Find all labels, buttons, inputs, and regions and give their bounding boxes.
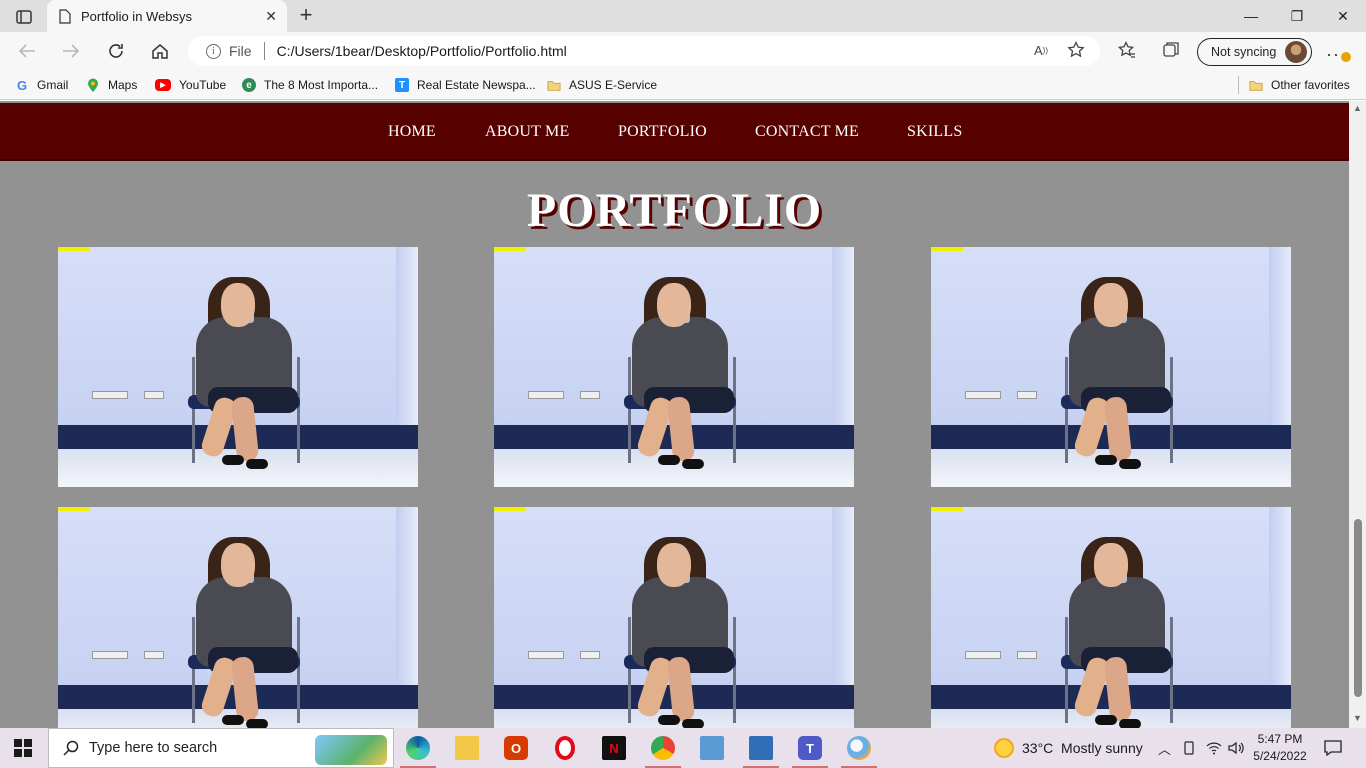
windows-taskbar: Type here to search O N T 33°C Mostly su… (0, 728, 1366, 768)
browser-toolbar: i File C:/Users/1bear/Desktop/Portfolio/… (0, 32, 1366, 70)
address-scheme: File (229, 43, 252, 59)
nav-about-link[interactable]: ABOUT ME (485, 123, 569, 141)
maps-pin-icon (86, 78, 100, 92)
chrome-icon[interactable] (643, 732, 683, 768)
favorite-asus[interactable]: ASUS E-Service (547, 76, 657, 94)
nav-skills-link[interactable]: SKILLS (907, 123, 962, 141)
read-aloud-icon[interactable]: A)) (1030, 39, 1052, 61)
search-icon (63, 740, 79, 756)
page-viewport: HOME ABOUT ME PORTFOLIO CONTACT ME SKILL… (0, 101, 1349, 728)
info-icon[interactable]: i (206, 43, 221, 59)
address-url[interactable]: C:/Users/1bear/Desktop/Portfolio/Portfol… (277, 43, 567, 59)
edge-app-icon[interactable] (398, 732, 438, 768)
portfolio-photo[interactable] (931, 247, 1291, 487)
folder-icon (1249, 78, 1263, 92)
close-window-icon[interactable]: ✕ (1320, 0, 1366, 32)
other-favorites-label: Other favorites (1271, 78, 1350, 92)
new-tab-button[interactable]: + (295, 4, 317, 26)
address-bar[interactable]: i File C:/Users/1bear/Desktop/Portfolio/… (188, 36, 1100, 66)
favorite-label: Maps (108, 78, 138, 92)
tray-chevron-icon[interactable]: ︿ (1158, 728, 1171, 768)
portfolio-photo[interactable] (931, 507, 1291, 728)
refresh-icon[interactable] (103, 39, 129, 63)
scroll-up-icon[interactable]: ▲ (1353, 103, 1362, 113)
netflix-icon[interactable]: N (594, 732, 634, 764)
favorite-label: The 8 Most Importa... (264, 78, 379, 92)
avatar (1285, 41, 1307, 63)
office-icon[interactable]: O (496, 732, 536, 764)
weather-widget[interactable]: 33°C Mostly sunny (994, 728, 1143, 768)
google-icon: G (16, 77, 28, 93)
address-separator (263, 42, 265, 60)
paint-icon[interactable] (839, 732, 879, 768)
site-navigation: HOME ABOUT ME PORTFOLIO CONTACT ME SKILL… (0, 103, 1349, 161)
favorites-bar: G Gmail Maps ▶ YouTube e The 8 Most Impo… (0, 70, 1366, 100)
favorite-label: Real Estate Newspa... (417, 78, 536, 92)
forward-icon[interactable] (58, 39, 84, 63)
favorite-label: Gmail (37, 78, 69, 92)
sync-label: Not syncing (1211, 45, 1277, 59)
home-icon[interactable] (147, 39, 173, 63)
other-favorites[interactable]: Other favorites (1249, 76, 1350, 94)
collections-icon[interactable] (1160, 39, 1182, 61)
teams-icon[interactable]: T (790, 732, 830, 768)
favorite-gmail[interactable]: G Gmail (15, 76, 68, 94)
youtube-icon: ▶ (155, 79, 171, 91)
scroll-down-icon[interactable]: ▼ (1353, 713, 1362, 723)
control-panel-icon[interactable] (692, 732, 732, 764)
favorite-article[interactable]: e The 8 Most Importa... (242, 76, 378, 94)
back-icon[interactable] (14, 39, 40, 63)
page-icon (59, 8, 71, 24)
portfolio-photo[interactable] (494, 507, 854, 728)
add-favorite-icon[interactable] (1065, 39, 1087, 61)
nav-portfolio-link[interactable]: PORTFOLIO (618, 123, 707, 141)
clock-date: 5/24/2022 (1253, 749, 1307, 763)
page-title: PORTFOLIO (526, 184, 823, 237)
update-badge (1341, 52, 1351, 62)
system-clock[interactable]: 5:47 PM 5/24/2022 (1252, 731, 1308, 765)
taskbar-search[interactable]: Type here to search (48, 728, 394, 768)
favorite-youtube[interactable]: ▶ YouTube (155, 76, 226, 94)
restore-icon[interactable]: ❐ (1274, 0, 1320, 32)
scrollbar-thumb[interactable] (1354, 519, 1362, 697)
network-device-icon[interactable] (1183, 728, 1195, 768)
notifications-icon[interactable] (1324, 728, 1342, 768)
browser-tab-active[interactable]: Portfolio in Websys ✕ (47, 0, 287, 32)
close-tab-icon[interactable]: ✕ (265, 8, 277, 25)
clock-time: 5:47 PM (1257, 732, 1303, 746)
portfolio-photo[interactable] (58, 247, 418, 487)
favorite-maps[interactable]: Maps (86, 76, 137, 94)
portfolio-photo[interactable] (58, 507, 418, 728)
nav-contact-link[interactable]: CONTACT ME (755, 123, 859, 141)
file-explorer-icon[interactable] (447, 732, 487, 764)
browser-title-bar: Portfolio in Websys ✕ + — ❐ ✕ (0, 0, 1366, 32)
nav-home-link[interactable]: HOME (388, 123, 436, 141)
search-placeholder: Type here to search (89, 740, 218, 756)
weather-text: 33°C Mostly sunny (1022, 740, 1143, 756)
tab-title: Portfolio in Websys (81, 8, 193, 24)
weather-sun-icon (994, 738, 1014, 758)
favorite-label: YouTube (179, 78, 227, 92)
favorite-real-estate[interactable]: T Real Estate Newspa... (395, 76, 536, 94)
profile-sync-button[interactable]: Not syncing (1197, 38, 1312, 66)
portfolio-photo[interactable] (494, 247, 854, 487)
favorites-icon[interactable] (1116, 39, 1138, 61)
windows-start-icon[interactable] (14, 739, 32, 757)
site-icon: T (395, 78, 409, 92)
page-scrollbar[interactable]: ▲ ▼ (1349, 101, 1366, 728)
volume-icon[interactable] (1228, 728, 1246, 768)
wifi-icon[interactable] (1206, 728, 1222, 768)
minimize-icon[interactable]: — (1228, 0, 1274, 32)
favorite-label: ASUS E-Service (569, 78, 658, 92)
tab-actions-icon[interactable] (10, 6, 38, 28)
search-highlight-image (315, 735, 387, 765)
site-icon: e (242, 78, 256, 92)
opera-icon[interactable] (545, 732, 585, 764)
window-app-icon[interactable] (741, 732, 781, 768)
folder-icon (547, 78, 561, 92)
favorites-divider (1238, 76, 1239, 94)
